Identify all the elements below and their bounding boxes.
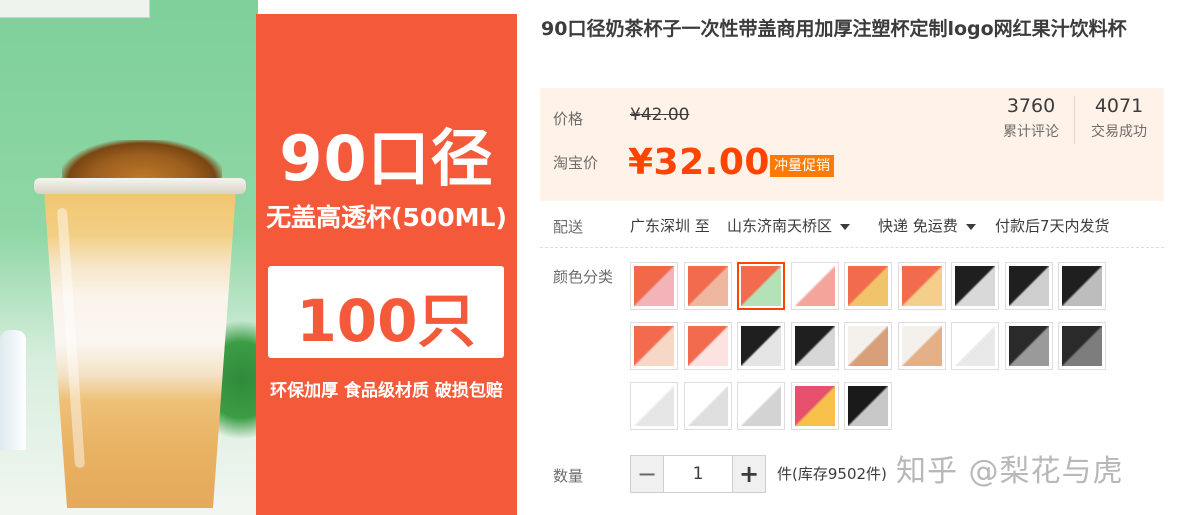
chevron-down-icon bbox=[840, 223, 851, 230]
sku-thumbnail bbox=[1009, 266, 1049, 306]
sku-thumbnail bbox=[955, 266, 995, 306]
sku-thumbnail bbox=[741, 326, 781, 366]
shipping-label: 配送 bbox=[553, 218, 584, 236]
stats-divider bbox=[1074, 96, 1075, 144]
sku-thumbnail bbox=[1062, 326, 1102, 366]
color-category-label: 颜色分类 bbox=[553, 268, 614, 286]
sales-count: 4071 bbox=[1094, 95, 1144, 117]
sku-thumbnail bbox=[741, 266, 781, 306]
ship-method-select[interactable]: 快递 免运费 bbox=[878, 215, 976, 236]
sales-count-stat[interactable]: 4071 交易成功 bbox=[1076, 95, 1162, 141]
promo-badge: 冲量促销 bbox=[770, 155, 834, 177]
milk-bottle-graphic bbox=[0, 330, 26, 450]
sku-swatch-1[interactable] bbox=[630, 262, 678, 310]
delivery-time-text: 付款后7天内发货 bbox=[995, 217, 1110, 235]
ship-destination-text: 山东济南天桥区 bbox=[727, 217, 833, 235]
sku-swatch-20[interactable] bbox=[684, 382, 732, 430]
sku-thumbnail bbox=[795, 326, 835, 366]
sku-thumbnail bbox=[634, 326, 674, 366]
sales-count-label: 交易成功 bbox=[1091, 124, 1147, 140]
sku-thumbnail bbox=[848, 326, 888, 366]
sku-swatch-6[interactable] bbox=[898, 262, 946, 310]
sku-swatch-17[interactable] bbox=[1005, 322, 1053, 370]
sku-thumbnail bbox=[955, 326, 995, 366]
original-price: ¥42.00 bbox=[630, 105, 690, 125]
sku-swatch-9[interactable] bbox=[1058, 262, 1106, 310]
sku-thumbnail bbox=[1062, 266, 1102, 306]
quantity-stepper: − 1 + bbox=[630, 455, 766, 493]
sku-swatch-12[interactable] bbox=[737, 322, 785, 370]
sku-thumbnail bbox=[848, 266, 888, 306]
quantity-label: 数量 bbox=[553, 467, 584, 485]
sku-swatch-16[interactable] bbox=[951, 322, 999, 370]
review-count: 3760 bbox=[1006, 95, 1056, 117]
chevron-down-icon bbox=[965, 223, 976, 230]
sku-swatch-2[interactable] bbox=[684, 262, 732, 310]
ship-from-text: 广东深圳 至 bbox=[630, 217, 710, 235]
sku-thumbnail bbox=[634, 386, 674, 426]
sku-swatch-5[interactable] bbox=[844, 262, 892, 310]
sku-thumbnail bbox=[688, 266, 728, 306]
quantity-increase-button[interactable]: + bbox=[732, 455, 766, 493]
quantity-decrease-button[interactable]: − bbox=[630, 455, 664, 493]
sku-swatch-19[interactable] bbox=[630, 382, 678, 430]
image-subtitle-text: 无盖高透杯(500ML) bbox=[266, 203, 507, 232]
watermark-text: 知乎 @梨花与虎 bbox=[896, 454, 1124, 489]
sku-swatch-4[interactable] bbox=[791, 262, 839, 310]
sku-swatch-10[interactable] bbox=[630, 322, 678, 370]
product-title: 90口径奶茶杯子一次性带盖商用加厚注塑杯定制logo网红果汁饮料杯 bbox=[541, 18, 1127, 40]
sku-swatch-11[interactable] bbox=[684, 322, 732, 370]
review-count-stat[interactable]: 3760 累计评论 bbox=[988, 95, 1074, 141]
sku-swatch-21[interactable] bbox=[737, 382, 785, 430]
sku-thumbnail bbox=[741, 386, 781, 426]
taobao-price-label: 淘宝价 bbox=[553, 154, 599, 172]
quantity-input[interactable]: 1 bbox=[664, 455, 732, 493]
sku-thumbnail bbox=[902, 266, 942, 306]
sku-swatch-15[interactable] bbox=[898, 322, 946, 370]
sku-swatch-3[interactable] bbox=[737, 262, 785, 310]
sku-thumbnail bbox=[902, 326, 942, 366]
sku-thumbnail bbox=[795, 386, 835, 426]
image-size-text: 90口径 bbox=[279, 122, 494, 195]
sku-swatch-13[interactable] bbox=[791, 322, 839, 370]
sku-thumbnail bbox=[795, 266, 835, 306]
taobao-price: ¥32.00 bbox=[628, 142, 770, 183]
image-frame-corner bbox=[0, 0, 150, 18]
image-count-text: 100只装 bbox=[296, 287, 476, 439]
review-count-label: 累计评论 bbox=[1003, 124, 1059, 140]
sku-swatch-7[interactable] bbox=[951, 262, 999, 310]
sku-thumbnail bbox=[634, 266, 674, 306]
stock-text: 件(库存9502件) bbox=[777, 465, 887, 483]
sku-swatch-8[interactable] bbox=[1005, 262, 1053, 310]
sku-swatch-23[interactable] bbox=[844, 382, 892, 430]
image-footer-text: 环保加厚 食品级材质 破损包赔 bbox=[270, 381, 503, 401]
original-price-label: 价格 bbox=[553, 110, 584, 128]
sku-swatch-18[interactable] bbox=[1058, 322, 1106, 370]
sku-thumbnail bbox=[688, 326, 728, 366]
ship-destination-select[interactable]: 山东济南天桥区 bbox=[727, 215, 851, 236]
sku-thumbnail bbox=[1009, 326, 1049, 366]
sku-thumbnail bbox=[848, 386, 888, 426]
cup-rim-graphic bbox=[34, 178, 246, 194]
ship-method-text: 快递 免运费 bbox=[878, 217, 958, 235]
sku-swatch-14[interactable] bbox=[844, 322, 892, 370]
milk-tea-cup-graphic bbox=[34, 140, 246, 508]
sku-thumbnail bbox=[688, 386, 728, 426]
sku-swatch-22[interactable] bbox=[791, 382, 839, 430]
